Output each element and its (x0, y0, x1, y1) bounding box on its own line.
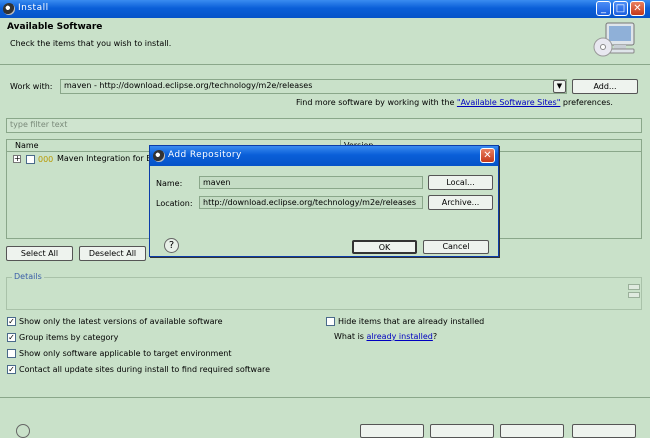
available-sites-hint: Find more software by working with the "… (296, 98, 613, 107)
details-group (6, 277, 642, 310)
latest-only-label: Show only the latest versions of availab… (19, 317, 223, 326)
column-header-name[interactable]: Name (15, 141, 39, 150)
cancel-button[interactable]: Cancel (423, 240, 489, 254)
footer-button-finish[interactable] (500, 424, 564, 438)
work-with-dropdown-button[interactable]: ▼ (553, 80, 566, 93)
what-is-prefix: What is (334, 332, 367, 341)
ok-button[interactable]: OK (352, 240, 417, 254)
dialog-title: Add Repository (168, 150, 242, 160)
install-banner-icon (592, 20, 638, 60)
hide-installed-label: Hide items that are already installed (338, 317, 485, 326)
what-is-suffix: ? (432, 332, 438, 341)
close-button[interactable]: ✕ (630, 1, 645, 16)
contact-sites-label: Contact all update sites during install … (19, 365, 271, 374)
select-all-button[interactable]: Select All (6, 246, 73, 261)
deselect-all-button[interactable]: Deselect All (79, 246, 146, 261)
eclipse-icon (153, 150, 165, 162)
hint-suffix: preferences. (560, 98, 613, 107)
eclipse-icon (3, 3, 15, 15)
footer-separator (0, 397, 650, 398)
details-label: Details (12, 272, 44, 281)
window-title-bar[interactable]: Install _ □ ✕ (0, 0, 650, 18)
already-installed-hint: What is already installed? (334, 332, 437, 341)
footer-button-back[interactable] (360, 424, 424, 438)
location-value: http://download.eclipse.org/technology/m… (203, 198, 416, 207)
help-icon[interactable]: ? (164, 238, 179, 253)
footer-button-cancel[interactable] (572, 424, 636, 438)
footer-button-next[interactable] (430, 424, 494, 438)
name-value: maven (203, 178, 231, 187)
already-installed-link[interactable]: already installed (367, 332, 433, 341)
location-label: Location: (156, 199, 193, 208)
filter-input[interactable]: type filter text (6, 118, 642, 133)
contact-sites-checkbox[interactable]: ✓ (7, 365, 16, 374)
applicable-only-label: Show only software applicable to target … (19, 349, 232, 358)
category-icon: 000 (38, 155, 54, 164)
dialog-title-bar[interactable]: Add Repository ✕ (150, 146, 498, 166)
chevron-down-icon: ▼ (556, 82, 563, 90)
latest-only-checkbox[interactable]: ✓ (7, 317, 16, 326)
work-with-combo[interactable]: maven - http://download.eclipse.org/tech… (60, 79, 567, 94)
wizard-header: Available Software Check the items that … (0, 18, 650, 64)
row-name: Maven Integration for E (57, 154, 152, 163)
name-label: Name: (156, 179, 183, 188)
local-button[interactable]: Local... (428, 175, 493, 190)
page-title: Available Software (7, 22, 103, 32)
group-by-category-label: Group items by category (19, 333, 119, 342)
page-subtitle: Check the items that you wish to install… (10, 39, 172, 48)
minimize-button[interactable]: _ (596, 1, 611, 16)
header-separator (0, 64, 650, 65)
expand-icon[interactable]: + (13, 155, 21, 163)
name-input[interactable]: maven (199, 176, 423, 189)
hide-installed-checkbox[interactable] (326, 317, 335, 326)
maximize-button[interactable]: □ (613, 1, 628, 16)
work-with-label: Work with: (10, 82, 53, 91)
location-input[interactable]: http://download.eclipse.org/technology/m… (199, 196, 423, 209)
help-icon[interactable] (16, 424, 30, 438)
applicable-only-checkbox[interactable] (7, 349, 16, 358)
details-scrollbar[interactable] (628, 284, 640, 298)
filter-placeholder: type filter text (10, 120, 68, 129)
work-with-value: maven - http://download.eclipse.org/tech… (64, 81, 313, 90)
add-site-button[interactable]: Add... (572, 79, 638, 94)
hint-prefix: Find more software by working with the (296, 98, 457, 107)
window-title: Install (18, 3, 49, 13)
add-repository-dialog[interactable]: Add Repository ✕ Name: maven Local... Lo… (149, 145, 499, 257)
archive-button[interactable]: Archive... (428, 195, 493, 210)
dialog-close-button[interactable]: ✕ (480, 148, 495, 163)
available-software-sites-link[interactable]: "Available Software Sites" (457, 98, 560, 107)
group-by-category-checkbox[interactable]: ✓ (7, 333, 16, 342)
row-checkbox[interactable] (26, 155, 35, 164)
